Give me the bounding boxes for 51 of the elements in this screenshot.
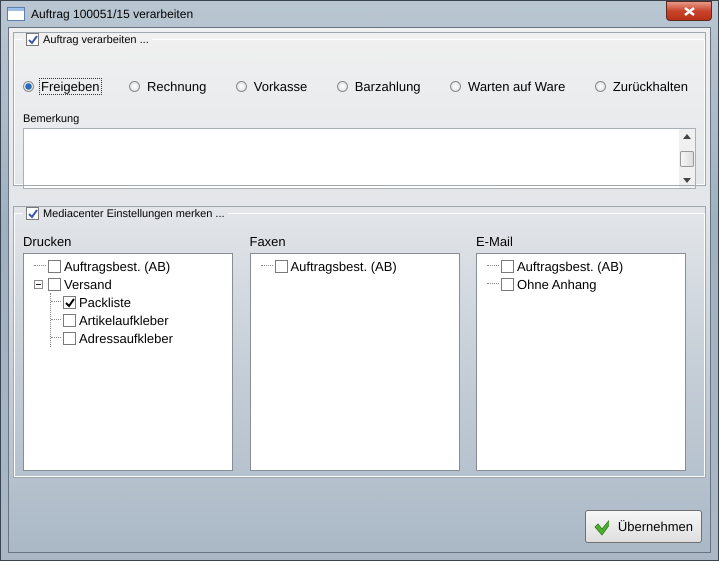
- field-label: Bemerkung: [23, 113, 80, 125]
- group-title: Auftrag verarbeiten ...: [43, 34, 149, 46]
- radio-button[interactable]: [129, 81, 140, 92]
- checkbox[interactable]: [48, 260, 61, 272]
- radio-label[interactable]: Zurückhalten: [610, 78, 690, 95]
- radio-button[interactable]: [450, 81, 462, 92]
- scroll-thumb[interactable]: [680, 150, 694, 166]
- tree-item[interactable]: Artikelaufkleber: [79, 312, 169, 328]
- checkbox[interactable]: [501, 260, 514, 272]
- radio-label[interactable]: Vorkasse: [252, 78, 310, 95]
- remark-field[interactable]: [23, 128, 696, 189]
- radio-button[interactable]: [236, 81, 247, 92]
- column-title: Faxen: [250, 234, 287, 249]
- tree-item[interactable]: Auftragsbest. (AB): [517, 258, 624, 274]
- radio-label[interactable]: Freigeben: [39, 78, 102, 95]
- collapse-icon[interactable]: [34, 280, 43, 288]
- group-title: Mediacenter Einstellungen merken ...: [43, 208, 225, 220]
- checkbox[interactable]: [274, 260, 288, 272]
- tree-item[interactable]: Versand: [64, 276, 112, 292]
- column-title: Drucken: [23, 234, 72, 249]
- column-title: E-Mail: [476, 234, 514, 249]
- checkbox[interactable]: [501, 278, 514, 290]
- checkmark-icon: [64, 296, 75, 308]
- radio-label[interactable]: Warten auf Ware: [466, 78, 568, 95]
- checkbox[interactable]: [26, 207, 39, 220]
- scroll-up-icon[interactable]: [683, 134, 691, 139]
- radio-button[interactable]: [23, 81, 34, 92]
- close-icon: [684, 6, 694, 16]
- radio-button[interactable]: [336, 81, 348, 92]
- radio-label[interactable]: Barzahlung: [352, 78, 423, 95]
- apply-button[interactable]: Übernehmen: [585, 510, 702, 543]
- tree-item[interactable]: Ohne Anhang: [517, 276, 597, 292]
- close-button[interactable]: [666, 1, 712, 21]
- checkbox[interactable]: [63, 314, 76, 326]
- tree-item[interactable]: Auftragsbest. (AB): [64, 258, 170, 274]
- scrollbar[interactable]: [679, 129, 695, 188]
- scroll-down-icon[interactable]: [683, 178, 691, 183]
- checkbox[interactable]: [48, 278, 61, 290]
- tree-item[interactable]: Auftragsbest. (AB): [290, 258, 397, 274]
- checkbox[interactable]: [63, 332, 76, 344]
- radio-button[interactable]: [594, 81, 606, 92]
- checkmark-icon: [27, 34, 38, 45]
- window-icon: [7, 7, 25, 21]
- tree-item[interactable]: Adressaufkleber: [79, 330, 173, 346]
- window-title: Auftrag 100051/15 verarbeiten: [31, 7, 194, 21]
- checkmark-icon: [594, 517, 609, 536]
- tree-item[interactable]: Packliste: [79, 294, 132, 310]
- checkbox[interactable]: [63, 296, 76, 308]
- checkmark-icon: [27, 208, 38, 219]
- checkbox[interactable]: [26, 33, 39, 46]
- radio-label[interactable]: Rechnung: [145, 78, 208, 95]
